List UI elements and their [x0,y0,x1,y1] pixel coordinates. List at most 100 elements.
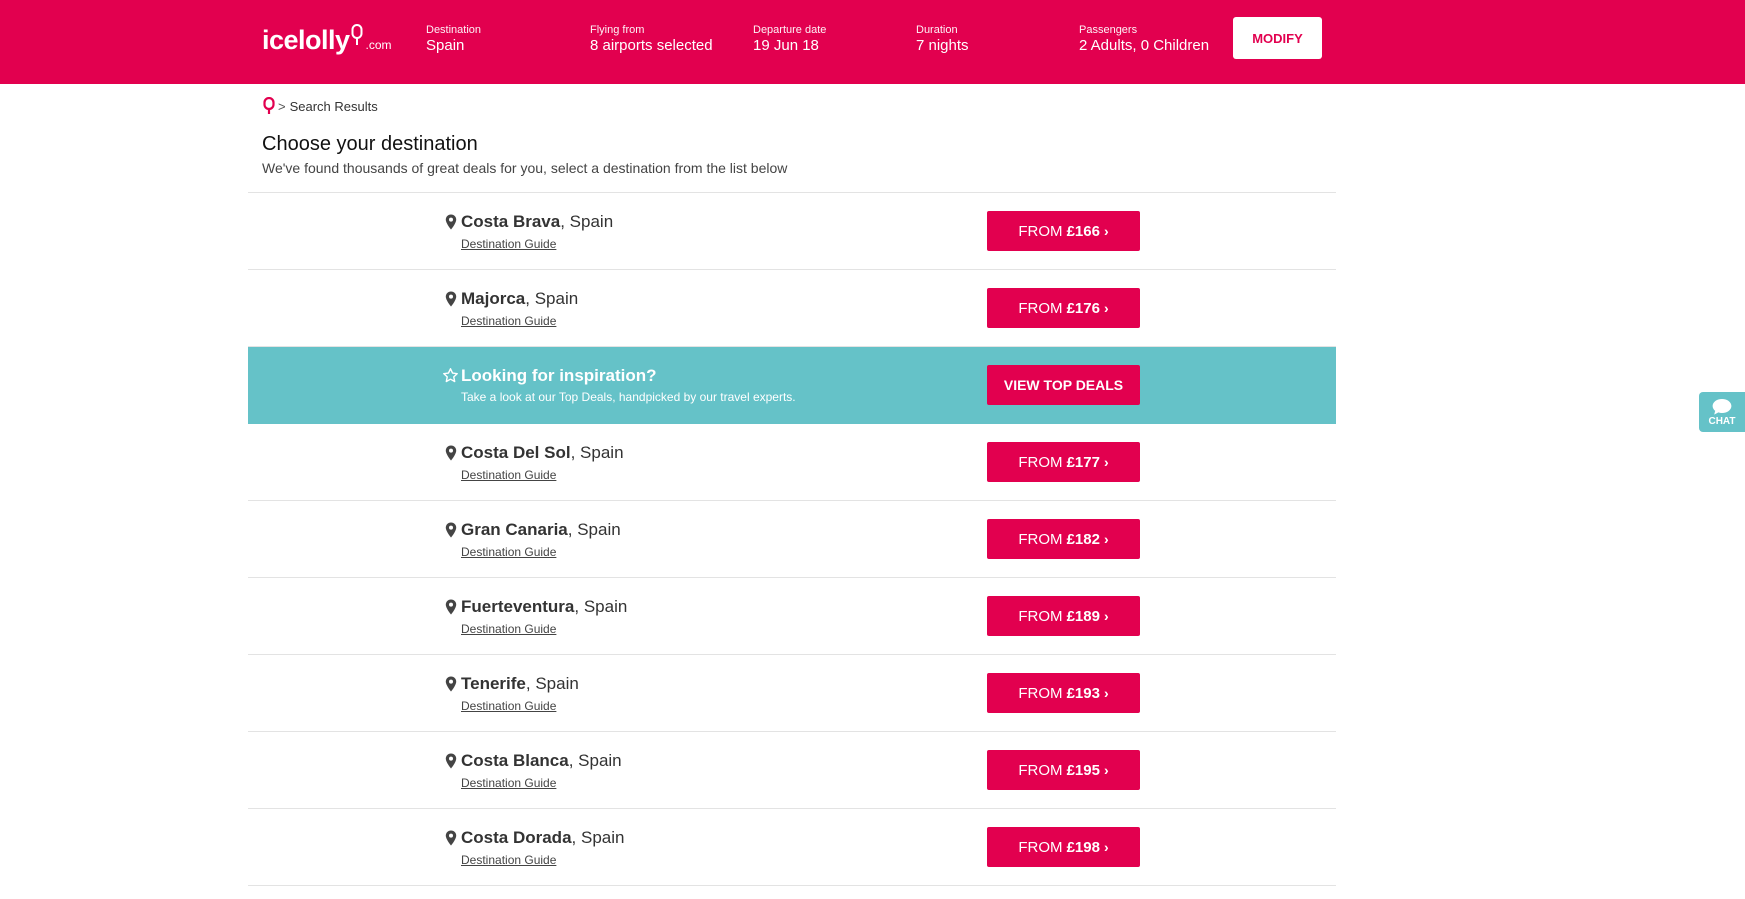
top-deals-promo: Looking for inspiration? Take a look at … [248,347,1336,424]
map-pin-icon [445,830,457,846]
destination-region: Costa Dorada [461,828,572,847]
price-amount: £176 [1066,299,1100,317]
destination-country: , Spain [574,597,628,616]
logo-tld: .com [365,38,392,52]
destination-row-majorca: Majorca, Spain Destination Guide FROM £1… [248,270,1336,347]
destination-guide-link[interactable]: Destination Guide [461,468,556,482]
map-pin-icon [445,214,457,230]
departure-date-value: 19 Jun 18 [753,37,819,54]
destination-guide-link[interactable]: Destination Guide [461,699,556,713]
map-pin-icon [445,445,457,461]
destination-name: Costa Brava, Spain [461,212,613,232]
price-button-costa-del-sol[interactable]: FROM £177 › [987,442,1140,482]
price-amount: £166 [1066,222,1100,240]
destination-region: Majorca [461,289,526,308]
departure-date-field[interactable]: Departure date 19 Jun 18 [753,24,826,55]
passengers-value: 2 Adults, 0 Children [1079,37,1210,54]
destination-list: Costa Brava, Spain Destination Guide FRO… [248,192,1336,886]
flying-from-label: Flying from [590,24,645,36]
destination-name: Fuerteventura, Spain [461,597,627,617]
map-pin-icon [445,753,457,769]
chevron-right-icon: › [1103,685,1109,701]
destination-row-costa-del-sol: Costa Del Sol, Spain Destination Guide F… [248,424,1336,501]
duration-field[interactable]: Duration 7 nights [916,24,969,55]
promo-title: Looking for inspiration? [461,366,657,385]
price-button-costa-brava[interactable]: FROM £166 › [987,211,1140,251]
price-amount: £189 [1066,607,1100,625]
chevron-right-icon: › [1103,223,1109,239]
price-button-fuerteventura[interactable]: FROM £189 › [987,596,1140,636]
logo-text: icelolly [262,25,350,55]
chat-button[interactable]: CHAT [1699,392,1745,432]
ice-lolly-icon[interactable] [263,96,275,115]
duration-value: 7 nights [916,37,969,54]
price-amount: £195 [1066,761,1100,779]
destination-country: , Spain [525,674,579,693]
destination-country: , Spain [571,828,625,847]
destination-name: Costa Del Sol, Spain [461,443,624,463]
price-from-label: FROM [1018,761,1063,779]
chevron-right-icon: › [1103,300,1109,316]
price-amount: £182 [1066,530,1100,548]
modify-button[interactable]: MODIFY [1233,17,1322,59]
chevron-right-icon: › [1103,608,1109,624]
destination-row-costa-blanca: Costa Blanca, Spain Destination Guide FR… [248,732,1336,809]
map-pin-icon [445,676,457,692]
breadcrumb-current: Search Results [289,98,378,114]
destination-row-costa-brava: Costa Brava, Spain Destination Guide FRO… [248,193,1336,270]
destination-name: Costa Blanca, Spain [461,751,622,771]
chevron-right-icon: › [1103,839,1109,855]
icelolly-logo[interactable]: icelolly .com [262,20,392,54]
departure-date-label: Departure date [753,24,827,36]
destination-guide-link[interactable]: Destination Guide [461,314,556,328]
price-button-costa-dorada[interactable]: FROM £198 › [987,827,1140,867]
ice-lolly-logo-icon [351,24,365,54]
speech-bubble-icon [1712,398,1732,415]
duration-label: Duration [916,24,958,36]
flying-from-field[interactable]: Flying from 8 airports selected [590,24,713,55]
destination-row-gran-canaria: Gran Canaria, Spain Destination Guide FR… [248,501,1336,578]
promo-text: Take a look at our Top Deals, handpicked… [461,390,796,404]
view-top-deals-button[interactable]: VIEW TOP DEALS [987,365,1140,405]
destination-region: Costa Blanca [461,751,569,770]
map-pin-icon [445,522,457,538]
price-from-label: FROM [1018,607,1063,625]
page-title: Choose your destination [262,133,478,155]
page-subtitle: We've found thousands of great deals for… [262,160,788,176]
price-from-label: FROM [1018,684,1063,702]
price-button-tenerife[interactable]: FROM £193 › [987,673,1140,713]
destination-guide-link[interactable]: Destination Guide [461,545,556,559]
star-outline-icon [443,368,458,383]
chevron-right-icon: › [1103,762,1109,778]
price-from-label: FROM [1018,222,1063,240]
map-pin-icon [445,291,457,307]
price-button-gran-canaria[interactable]: FROM £182 › [987,519,1140,559]
destination-guide-link[interactable]: Destination Guide [461,622,556,636]
price-from-label: FROM [1018,299,1063,317]
destination-name: Tenerife, Spain [461,674,579,694]
destination-guide-link[interactable]: Destination Guide [461,776,556,790]
passengers-field[interactable]: Passengers 2 Adults, 0 Children [1079,24,1209,55]
destination-row-tenerife: Tenerife, Spain Destination Guide FROM £… [248,655,1336,732]
price-button-costa-blanca[interactable]: FROM £195 › [987,750,1140,790]
breadcrumb-separator: > [278,98,286,114]
destination-region: Fuerteventura [461,597,575,616]
destination-label: Destination [426,24,482,36]
destination-region: Costa Del Sol [461,443,571,462]
destination-name: Gran Canaria, Spain [461,520,621,540]
destination-region: Tenerife [461,674,526,693]
passengers-label: Passengers [1079,24,1138,36]
chat-label: CHAT [1708,415,1736,427]
destination-guide-link[interactable]: Destination Guide [461,853,556,867]
flying-from-value: 8 airports selected [590,37,713,54]
destination-country: , Spain [560,212,614,231]
chevron-right-icon: › [1103,531,1109,547]
destination-value: Spain [426,37,465,54]
price-button-majorca[interactable]: FROM £176 › [987,288,1140,328]
destination-guide-link[interactable]: Destination Guide [461,237,556,251]
breadcrumb: > Search Results [263,96,378,115]
destination-row-fuerteventura: Fuerteventura, Spain Destination Guide F… [248,578,1336,655]
destination-name: Majorca, Spain [461,289,578,309]
price-amount: £177 [1066,453,1100,471]
destination-field[interactable]: Destination Spain [426,24,481,55]
